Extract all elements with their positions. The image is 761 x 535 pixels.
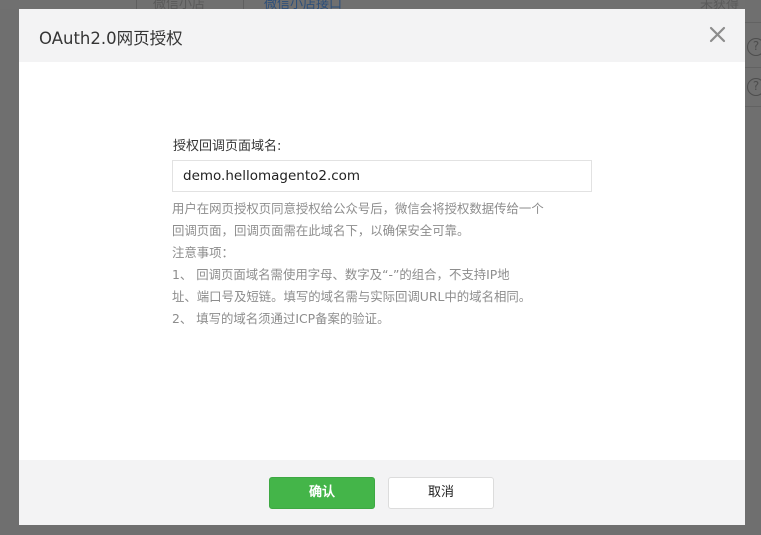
background-tab-status: 未获得 <box>700 0 740 9</box>
help-icon: ? <box>747 38 761 56</box>
cancel-button[interactable]: 取消 <box>388 477 494 509</box>
background-row-line <box>745 22 761 23</box>
hint-line: 址、端口号及短链。填写的域名需与实际回调URL中的域名相同。 <box>172 289 532 304</box>
dialog-footer: 确认 取消 <box>19 460 745 525</box>
background-row-line <box>745 67 761 68</box>
background-row-line <box>745 106 761 107</box>
oauth-dialog: OAuth2.0网页授权 授权回调页面域名: 用户在网页授权页同意授权给公众号后… <box>19 9 745 525</box>
dialog-body: 授权回调页面域名: 用户在网页授权页同意授权给公众号后，微信会将授权数据传给一个… <box>19 62 745 460</box>
dialog-header: OAuth2.0网页授权 <box>19 9 745 62</box>
domain-field-label: 授权回调页面域名: <box>173 139 282 154</box>
confirm-button[interactable]: 确认 <box>269 477 375 509</box>
dialog-title: OAuth2.0网页授权 <box>39 29 183 48</box>
close-icon[interactable] <box>709 26 726 43</box>
hint-line: 1、 回调页面域名需使用字母、数字及“-”的组合，不支持IP地 <box>172 267 510 282</box>
background-left-strip <box>0 0 19 535</box>
background-divider <box>243 0 244 9</box>
background-divider <box>136 0 137 9</box>
hint-line: 用户在网页授权页同意授权给公众号后，微信会将授权数据传给一个 <box>172 201 544 216</box>
domain-hint: 用户在网页授权页同意授权给公众号后，微信会将授权数据传给一个 回调页面，回调页面… <box>172 198 612 330</box>
help-icon: ? <box>747 78 761 96</box>
background-bottom-strip <box>0 525 761 535</box>
background-tab-bar: 微信小店 微信小店接口 未获得 <box>0 0 761 9</box>
background-tab-store-api: 微信小店接口 <box>264 0 343 9</box>
hint-line: 回调页面，回调页面需在此域名下，以确保安全可靠。 <box>172 223 470 238</box>
hint-line: 注意事项： <box>172 245 234 260</box>
page: 微信小店 微信小店接口 未获得 ? ? OAuth2.0网页授权 授权回调页面域… <box>0 0 761 535</box>
hint-line: 2、 填写的域名须通过ICP备案的验证。 <box>172 311 390 326</box>
background-tab-store: 微信小店 <box>153 0 206 9</box>
domain-input[interactable] <box>172 160 592 192</box>
background-right-strip: ? ? <box>745 0 761 535</box>
